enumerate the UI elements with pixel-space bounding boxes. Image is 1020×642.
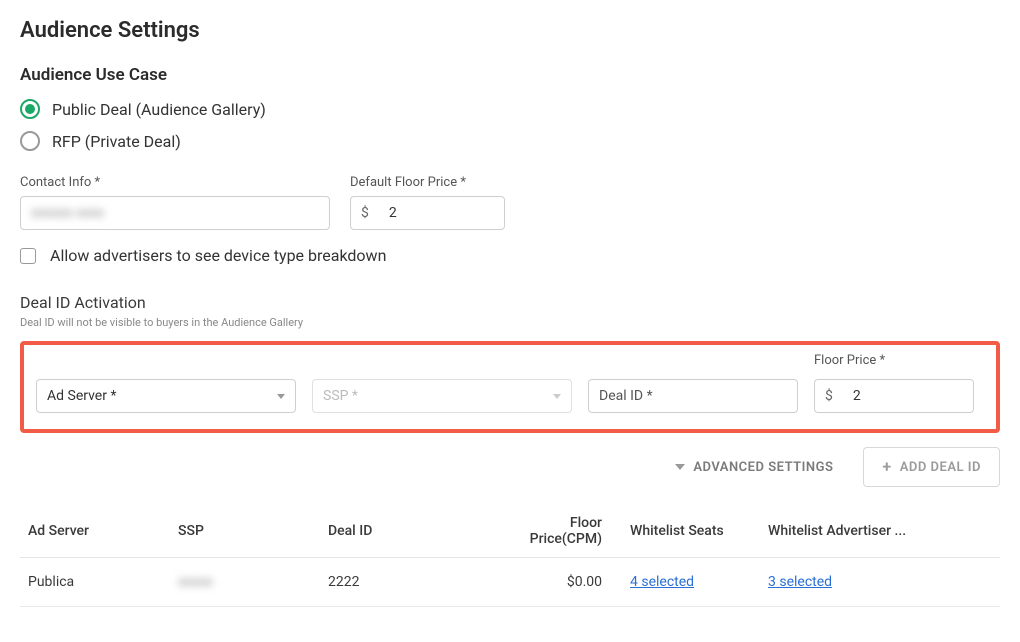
add-deal-id-button[interactable]: + ADD DEAL ID xyxy=(863,447,1000,487)
page-title: Audience Settings xyxy=(20,18,1000,43)
spacer xyxy=(312,353,572,373)
spacer xyxy=(36,353,296,373)
plus-icon: + xyxy=(882,459,891,475)
cell-ad-server: Publica xyxy=(20,558,170,607)
cell-deal-id: 2222 xyxy=(320,558,490,607)
cell-ssp: xxxxx xyxy=(170,558,320,607)
floor-price-value: 2 xyxy=(843,379,974,413)
radio-dot-icon xyxy=(20,131,40,151)
checkbox-label: Allow advertisers to see device type bre… xyxy=(50,246,386,265)
col-floor-price: Floor Price(CPM) xyxy=(490,505,610,558)
cell-whitelist-adv: 3 selected xyxy=(760,558,1000,607)
chevron-down-icon xyxy=(553,394,561,399)
radio-rfp-private-deal[interactable]: RFP (Private Deal) xyxy=(20,131,1000,151)
checkbox-box-icon xyxy=(20,248,36,264)
contact-info-label: Contact Info * xyxy=(20,175,330,190)
currency-symbol: $ xyxy=(350,196,379,230)
currency-symbol: $ xyxy=(814,379,843,413)
chevron-down-icon xyxy=(277,394,285,399)
radio-label: RFP (Private Deal) xyxy=(52,132,181,151)
whitelist-seats-link[interactable]: 4 selected xyxy=(630,574,694,590)
radio-public-deal[interactable]: Public Deal (Audience Gallery) xyxy=(20,99,1000,119)
advanced-settings-label: ADVANCED SETTINGS xyxy=(693,460,833,475)
col-ad-server: Ad Server xyxy=(20,505,170,558)
use-case-radio-group: Public Deal (Audience Gallery) RFP (Priv… xyxy=(20,99,1000,151)
col-whitelist-adv: Whitelist Advertiser ... xyxy=(760,505,1000,558)
use-case-heading: Audience Use Case xyxy=(20,65,1000,85)
ad-server-select[interactable]: Ad Server * xyxy=(36,379,296,413)
cell-floor-price: $0.00 xyxy=(490,558,610,607)
new-deal-highlight-box: Ad Server * SSP * Deal ID * Floor Price … xyxy=(20,341,1000,433)
default-floor-label: Default Floor Price * xyxy=(350,175,505,190)
floor-price-label: Floor Price * xyxy=(814,353,974,373)
default-floor-input[interactable]: $ 2 xyxy=(350,196,505,230)
contact-info-input[interactable]: xxxxxx xxxx xyxy=(20,196,330,230)
col-ssp: SSP xyxy=(170,505,320,558)
advanced-settings-toggle[interactable]: ADVANCED SETTINGS xyxy=(675,460,833,475)
radio-dot-icon xyxy=(20,99,40,119)
ad-server-placeholder: Ad Server * xyxy=(47,388,116,404)
ssp-placeholder: SSP * xyxy=(323,388,358,404)
radio-label: Public Deal (Audience Gallery) xyxy=(52,100,266,119)
add-deal-id-label: ADD DEAL ID xyxy=(900,460,981,475)
deal-id-helper-text: Deal ID will not be visible to buyers in… xyxy=(20,316,1000,329)
ssp-select[interactable]: SSP * xyxy=(312,379,572,413)
contact-info-value: xxxxxx xxxx xyxy=(31,205,104,221)
spacer xyxy=(588,353,798,373)
cell-whitelist-seats: 4 selected xyxy=(610,558,760,607)
deal-id-input[interactable]: Deal ID * xyxy=(588,379,798,413)
allow-device-breakdown-checkbox[interactable]: Allow advertisers to see device type bre… xyxy=(20,246,1000,265)
default-floor-value: 2 xyxy=(379,196,505,230)
table-row: Publica xxxxx 2222 $0.00 4 selected 3 se… xyxy=(20,558,1000,607)
deal-id-placeholder: Deal ID * xyxy=(599,388,653,404)
deal-id-activation-heading: Deal ID Activation xyxy=(20,293,1000,312)
chevron-down-icon xyxy=(675,464,685,470)
col-deal-id: Deal ID xyxy=(320,505,490,558)
col-whitelist-seats: Whitelist Seats xyxy=(610,505,760,558)
floor-price-input[interactable]: $ 2 xyxy=(814,379,974,413)
whitelist-adv-link[interactable]: 3 selected xyxy=(768,574,832,590)
table-header-row: Ad Server SSP Deal ID Floor Price(CPM) W… xyxy=(20,505,1000,558)
deal-table: Ad Server SSP Deal ID Floor Price(CPM) W… xyxy=(20,505,1000,607)
